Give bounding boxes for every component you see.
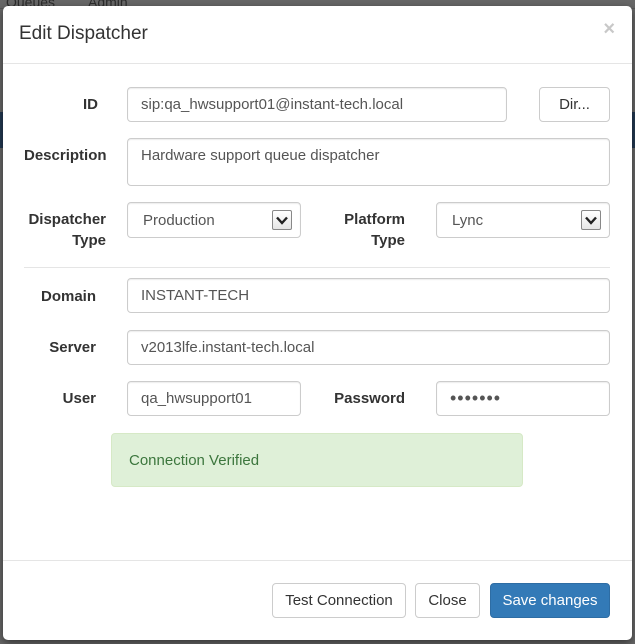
user-input[interactable]: [127, 381, 301, 416]
close-button[interactable]: Close: [415, 583, 480, 618]
save-changes-button[interactable]: Save changes: [490, 583, 610, 618]
platform-type-select[interactable]: Lync: [436, 202, 610, 238]
modal-footer: Test Connection Close Save changes: [3, 560, 632, 640]
directory-button[interactable]: Dir...: [539, 87, 610, 122]
connection-status-alert: Connection Verified: [111, 433, 523, 487]
modal-header: Edit Dispatcher ×: [3, 6, 632, 64]
platform-type-value: Lync: [452, 211, 484, 229]
dispatcher-type-label-line1: Dispatcher: [28, 211, 106, 228]
user-label: User: [62, 390, 96, 407]
server-label: Server: [49, 339, 96, 356]
platform-type-label-line1: Platform: [344, 211, 405, 228]
password-label: Password: [334, 390, 405, 407]
dispatcher-type-select[interactable]: Production: [127, 202, 301, 238]
chevron-down-icon[interactable]: [272, 210, 292, 230]
dispatcher-type-label: Dispatcher Type: [28, 209, 106, 251]
dialog-title: Edit Dispatcher: [19, 23, 148, 44]
id-label: ID: [83, 96, 98, 113]
edit-dispatcher-dialog: Edit Dispatcher × ID Dir... Description …: [3, 6, 632, 640]
dispatcher-type-value: Production: [143, 211, 215, 229]
domain-label: Domain: [40, 288, 96, 305]
test-connection-button[interactable]: Test Connection: [272, 583, 406, 618]
server-input[interactable]: [127, 330, 610, 365]
chevron-down-icon[interactable]: [581, 210, 601, 230]
description-label: Description: [24, 147, 107, 164]
password-input[interactable]: [436, 381, 610, 416]
id-input[interactable]: [127, 87, 507, 122]
section-divider: [24, 267, 610, 268]
platform-type-label-line2: Type: [371, 232, 405, 249]
platform-type-label: Platform Type: [344, 209, 405, 251]
dispatcher-type-label-line2: Type: [72, 232, 106, 249]
description-input[interactable]: Hardware support queue dispatcher: [127, 138, 610, 186]
connection-status-text: Connection Verified: [129, 451, 260, 469]
domain-input[interactable]: [127, 278, 610, 313]
close-icon[interactable]: ×: [603, 19, 615, 39]
